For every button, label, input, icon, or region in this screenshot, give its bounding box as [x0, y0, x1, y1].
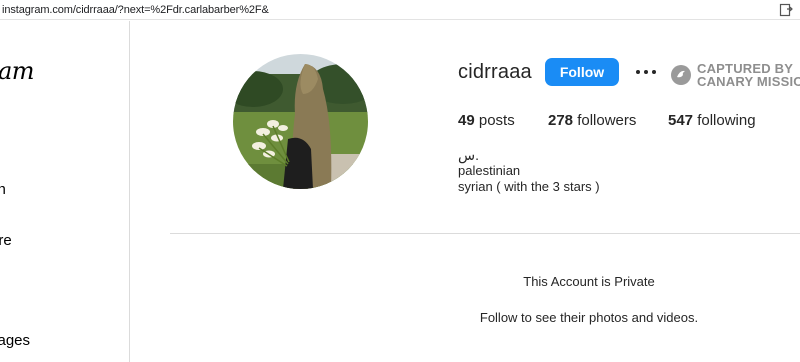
- followers-count[interactable]: 278 followers: [548, 112, 636, 129]
- canary-mission-logo-icon: [671, 65, 691, 85]
- followers-count-label: followers: [577, 112, 637, 129]
- sidebar-item-messages[interactable]: sages: [0, 332, 30, 349]
- bio-line: palestinian: [458, 163, 521, 178]
- canary-mission-watermark: CAPTURED BY CANARY MISSION: [670, 62, 800, 88]
- avatar-photo: [233, 54, 368, 189]
- following-count[interactable]: 547 following: [668, 112, 756, 129]
- content-divider: [170, 233, 800, 234]
- sidebar-nav: am e ch ore s sages: [0, 21, 130, 362]
- browser-address-bar[interactable]: instagram.com/cidrraaa/?next=%2Fdr.carla…: [0, 0, 800, 20]
- posts-count-value: 49: [458, 112, 475, 129]
- follow-button[interactable]: Follow: [545, 58, 619, 86]
- followers-count-value: 278: [548, 112, 574, 129]
- sidebar-item-search[interactable]: ch: [0, 181, 6, 198]
- bio-display-name: س.: [458, 147, 479, 163]
- posts-count: 49 posts: [458, 112, 515, 129]
- private-account-subtitle: Follow to see their photos and videos.: [479, 310, 699, 325]
- profile-avatar[interactable]: [233, 54, 368, 189]
- watermark-line-2: CANARY MISSION: [697, 74, 800, 89]
- following-count-label: following: [697, 112, 756, 129]
- profile-username: cidrraaa: [458, 61, 532, 83]
- bio-line: syrian ( with the 3 stars ): [458, 179, 600, 194]
- following-count-value: 547: [668, 112, 694, 129]
- posts-count-label: posts: [478, 112, 515, 129]
- private-account-title: This Account is Private: [523, 274, 655, 289]
- more-options-button[interactable]: [634, 62, 658, 82]
- url-text[interactable]: instagram.com/cidrraaa/?next=%2Fdr.carla…: [2, 4, 269, 16]
- sidebar-item-explore[interactable]: ore: [0, 232, 12, 249]
- instagram-logo[interactable]: am: [0, 57, 35, 85]
- browser-download-icon[interactable]: [779, 3, 793, 17]
